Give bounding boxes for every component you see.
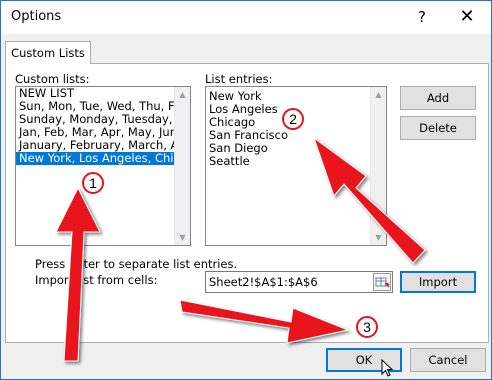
list-entry-line: Chicago <box>209 116 256 129</box>
options-dialog: Options ? ✕ Custom Lists Custom lists: N… <box>0 0 492 380</box>
list-entries-scrollbar[interactable]: ▲ ▼ <box>370 87 386 245</box>
scroll-up-icon[interactable]: ▲ <box>175 87 190 102</box>
list-entry-line: Los Angeles <box>209 103 278 116</box>
custom-lists-items: NEW LIST Sun, Mon, Tue, Wed, Thu, Fri, SS… <box>16 87 190 165</box>
cursor-icon <box>381 359 394 377</box>
custom-lists-scrollbar[interactable]: ▲ ▼ <box>174 87 190 245</box>
import-button[interactable]: Import <box>400 271 476 293</box>
close-icon[interactable]: ✕ <box>447 3 487 31</box>
collapse-dialog-icon <box>375 277 390 288</box>
list-entries-label: List entries: <box>205 72 273 86</box>
scroll-up-icon[interactable]: ▲ <box>371 87 386 102</box>
title-bar: Options ? ✕ <box>1 1 491 34</box>
tab-custom-lists[interactable]: Custom Lists <box>5 41 91 64</box>
import-range-field[interactable]: Sheet2!$A$1:$A$6 <box>205 271 393 293</box>
list-entry-line: Seattle <box>209 155 250 168</box>
custom-list-item[interactable]: NEW LIST <box>16 87 190 100</box>
custom-list-item[interactable]: Jan, Feb, Mar, Apr, May, Jun, Jul, <box>16 126 190 139</box>
custom-list-item[interactable]: Sun, Mon, Tue, Wed, Thu, Fri, S <box>16 100 190 113</box>
custom-list-item[interactable]: Sunday, Monday, Tuesday, Wedn <box>16 113 190 126</box>
import-range-value: Sheet2!$A$1:$A$6 <box>209 275 318 289</box>
list-entry-line: New York <box>209 90 262 103</box>
add-button[interactable]: Add <box>400 86 476 110</box>
list-entry-line: San Diego <box>209 142 268 155</box>
delete-button[interactable]: Delete <box>400 116 476 140</box>
import-label: Import list from cells: <box>35 273 158 287</box>
entries-hint: Press Enter to separate list entries. <box>35 257 238 271</box>
custom-lists-panel: Custom lists: NEW LIST Sun, Mon, Tue, Wed… <box>5 63 489 343</box>
list-entries-items: New York Los Angeles Chicago San Francisco S… <box>206 87 386 168</box>
dialog-title: Options <box>11 9 62 24</box>
scroll-down-icon[interactable]: ▼ <box>175 230 190 245</box>
list-entries-textbox[interactable]: New York Los Angeles Chicago San Francisco S… <box>205 86 387 246</box>
scroll-down-icon[interactable]: ▼ <box>371 230 386 245</box>
cancel-button[interactable]: Cancel <box>410 348 486 372</box>
list-entry-line: San Francisco <box>209 129 289 142</box>
custom-list-item[interactable]: New York, Los Angeles, Chicag <box>16 152 190 165</box>
custom-list-item[interactable]: January, February, March, April <box>16 139 190 152</box>
help-icon[interactable]: ? <box>407 3 437 31</box>
custom-lists-listbox[interactable]: NEW LIST Sun, Mon, Tue, Wed, Thu, Fri, SS… <box>15 86 191 246</box>
range-picker-icon[interactable] <box>373 273 391 291</box>
custom-lists-label: Custom lists: <box>15 72 90 86</box>
